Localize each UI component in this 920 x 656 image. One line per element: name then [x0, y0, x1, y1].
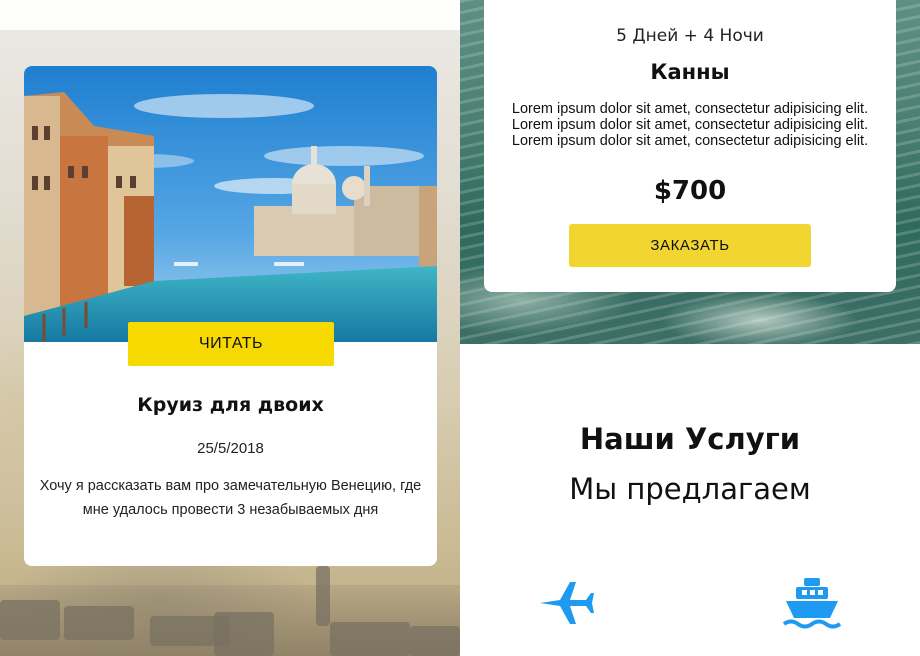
- trip-description: Хочу я рассказать вам про замечательную …: [39, 478, 422, 518]
- airplane-icon[interactable]: [536, 576, 596, 630]
- tour-duration: 5 Дней + 4 Ночи: [616, 26, 764, 46]
- services-subtitle: Мы предлагаем: [569, 472, 811, 506]
- trip-date: 25/5/2018: [197, 440, 264, 457]
- read-button[interactable]: ЧИТАТЬ: [128, 322, 334, 366]
- tour-description: Lorem ipsum dolor sit amet, consectetur …: [511, 101, 869, 149]
- services-section: Наши Услуги Мы предлагаем: [460, 344, 920, 656]
- venice-photo: [24, 66, 437, 342]
- order-button[interactable]: ЗАКАЗАТЬ: [569, 224, 811, 267]
- ruin-stone: [410, 626, 460, 656]
- services-title: Наши Услуги: [579, 422, 801, 456]
- ruin-stone: [330, 622, 410, 656]
- tour-card: 5 Дней + 4 Ночи Канны Lorem ipsum dolor …: [484, 0, 896, 292]
- ship-icon[interactable]: [782, 576, 842, 630]
- previous-card-edge: [0, 0, 460, 30]
- ruin-stone: [0, 600, 60, 640]
- tour-price: $700: [653, 176, 727, 206]
- ruin-stone: [64, 606, 134, 640]
- ruin-stone: [214, 612, 274, 656]
- tour-city: Канны: [650, 60, 730, 84]
- trip-title: Круиз для двоих: [137, 394, 324, 416]
- ruin-pillar: [316, 566, 330, 626]
